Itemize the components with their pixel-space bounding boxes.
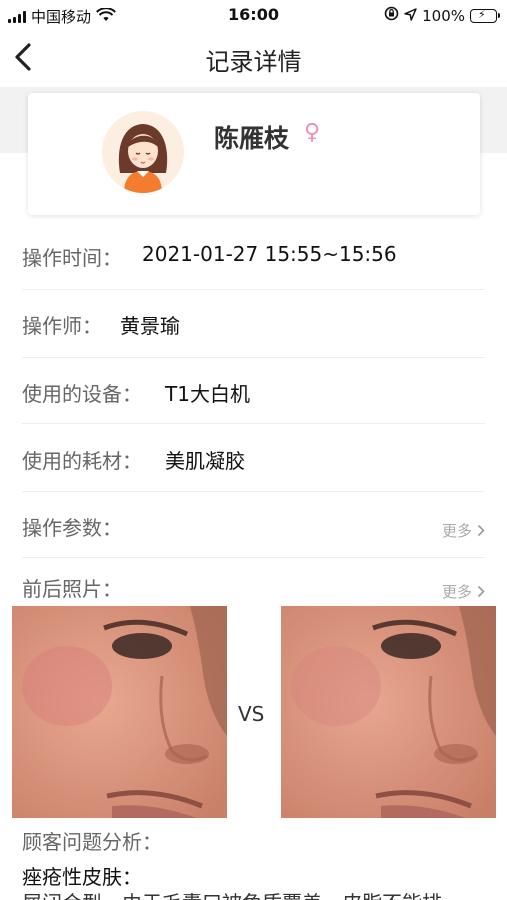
operation-time-label: 操作时间： — [22, 246, 122, 270]
operator-label: 操作师： — [22, 314, 102, 338]
status-bar: 中国移动 16:00 100% ⚡ — [0, 0, 507, 30]
customer-name: 陈雁枝 — [214, 124, 290, 153]
detail-row-device: 使用的设备： T1大白机 — [22, 358, 485, 424]
before-photo[interactable] — [12, 606, 227, 818]
customer-card: 陈雁枝 ♀ — [28, 93, 480, 215]
page-title: 记录详情 — [205, 48, 302, 76]
avatar — [102, 111, 184, 193]
battery-percent: 100% — [422, 6, 465, 25]
operator-value: 黄景瑜 — [120, 314, 180, 338]
skin-type: 痤疮性皮肤： — [22, 865, 142, 889]
detail-row-operator: 操作师： 黄景瑜 — [22, 290, 485, 358]
params-more-text: 更多 — [441, 522, 472, 540]
orientation-lock-icon — [384, 6, 399, 25]
photos-label: 前后照片： — [22, 577, 122, 601]
after-photo[interactable] — [281, 606, 496, 818]
params-more-link[interactable]: 更多 — [442, 520, 485, 541]
photos-header: 前后照片： 更多 — [22, 558, 485, 604]
consumable-value: 美肌凝胶 — [165, 449, 245, 473]
device-label: 使用的设备： — [22, 382, 142, 406]
operation-time-value: 2021-01-27 15:55~15:56 — [142, 242, 397, 266]
analysis-description: 屑闭合型，由于毛囊口被角质覆盖，皮脂不能排 — [22, 887, 442, 900]
chevron-right-icon — [477, 524, 485, 537]
detail-row-time: 操作时间： 2021-01-27 15:55~15:56 — [22, 222, 485, 290]
female-icon: ♀ — [304, 120, 321, 145]
nav-bar: 记录详情 — [0, 30, 507, 85]
device-value: T1大白机 — [165, 382, 250, 406]
vs-label: VS — [238, 702, 265, 726]
params-label: 操作参数： — [22, 516, 122, 540]
photos-more-link[interactable]: 更多 — [442, 581, 485, 602]
detail-row-consumable: 使用的耗材： 美肌凝胶 — [22, 424, 485, 492]
location-icon — [404, 7, 417, 25]
chevron-right-icon — [477, 585, 485, 598]
battery-charging-icon: ⚡ — [470, 8, 500, 23]
detail-row-params: 操作参数： 更多 — [22, 492, 485, 558]
consumable-label: 使用的耗材： — [22, 449, 142, 473]
analysis-title: 顾客问题分析： — [22, 830, 162, 854]
photos-more-text: 更多 — [441, 583, 472, 601]
